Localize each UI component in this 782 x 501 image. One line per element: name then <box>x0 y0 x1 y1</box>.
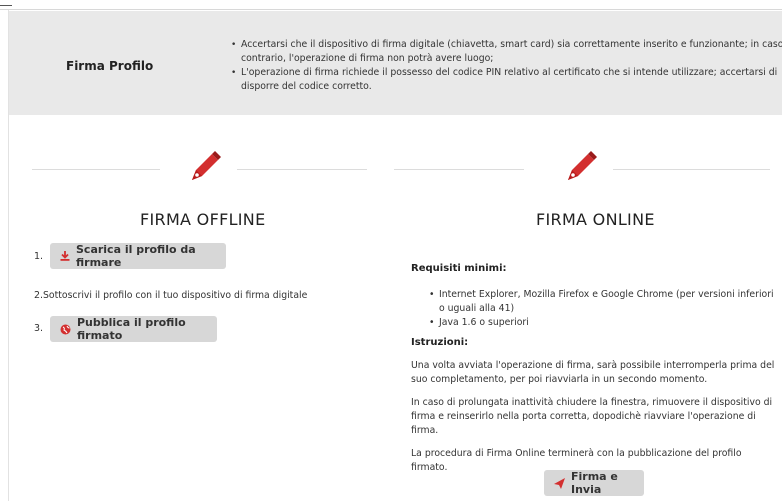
step-number: 2. <box>34 290 44 301</box>
profile-note: L'operazione di firma richiede il posses… <box>231 66 782 94</box>
pen-icon <box>568 151 597 180</box>
globe-icon <box>60 324 71 335</box>
download-profile-label: Scarica il profilo da firmare <box>76 243 196 269</box>
divider-right <box>394 169 524 170</box>
step-text: Sottoscrivi il profilo con il tuo dispos… <box>43 290 308 301</box>
send-icon <box>554 477 565 489</box>
instructions-heading: Istruzioni: <box>411 337 469 348</box>
profile-title: Firma Profilo <box>66 59 154 73</box>
instruction-paragraph: Una volta avviata l'operazione di firma,… <box>411 360 775 385</box>
profile-info-panel: Firma Profilo Accertarsi che il disposit… <box>9 11 782 115</box>
step-number: 1. <box>34 251 44 262</box>
sign-and-send-button[interactable]: Firma e Invia <box>544 470 644 496</box>
download-profile-button[interactable]: Scarica il profilo da firmare <box>50 243 226 269</box>
step-number: 3. <box>34 323 44 334</box>
requirement-item: Java 1.6 o superiori <box>429 316 779 330</box>
publish-profile-label: Pubblica il profilo firmato <box>77 316 186 342</box>
online-info: Requisiti minimi: Internet Explorer, Moz… <box>411 262 779 475</box>
divider-left <box>32 169 160 170</box>
download-icon <box>60 251 70 261</box>
instruction-paragraph: In caso di prolungata inattività chiuder… <box>411 397 773 436</box>
divider-left <box>237 169 367 170</box>
online-title: FIRMA ONLINE <box>536 210 655 229</box>
requirement-item: Internet Explorer, Mozilla Firefox e Goo… <box>429 288 779 316</box>
publish-profile-button[interactable]: Pubblica il profilo firmato <box>50 316 217 342</box>
corner-mark <box>0 0 12 6</box>
profile-note: Accertarsi che il dispositivo di firma d… <box>231 38 782 66</box>
divider-right <box>613 169 770 170</box>
requirements-heading: Requisiti minimi: <box>411 263 507 274</box>
profile-notes: Accertarsi che il dispositivo di firma d… <box>231 38 782 94</box>
sign-and-send-label: Firma e Invia <box>571 470 618 496</box>
top-border <box>0 0 782 10</box>
requirements-list: Internet Explorer, Mozilla Firefox e Goo… <box>411 288 779 330</box>
offline-title: FIRMA OFFLINE <box>140 210 266 229</box>
pen-icon <box>192 151 221 180</box>
